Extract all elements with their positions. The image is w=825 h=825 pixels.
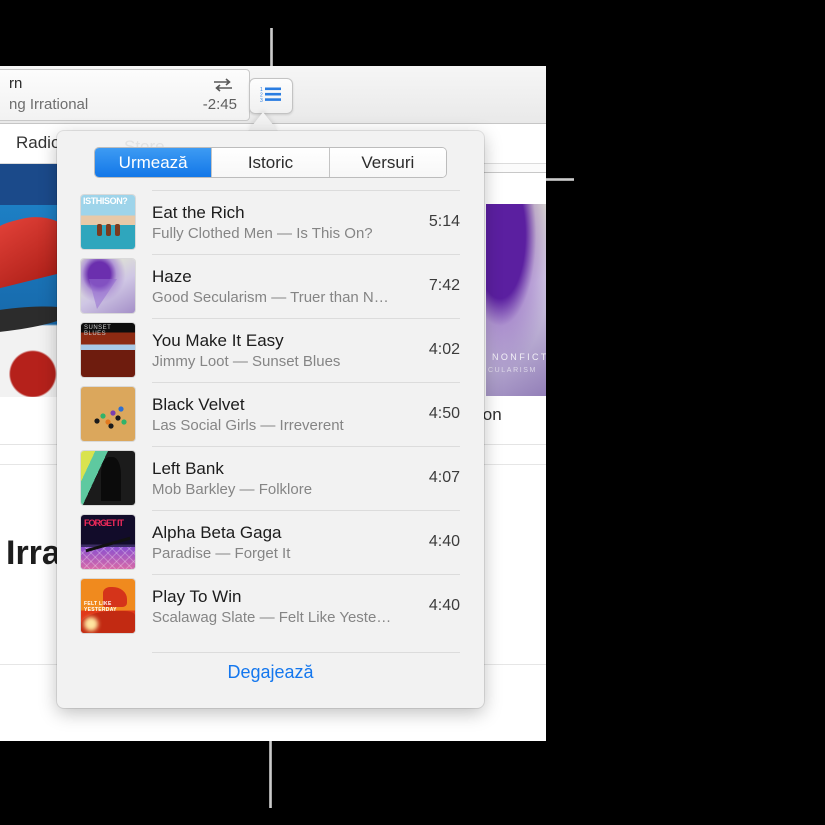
track-row[interactable]: SUNSET BLUES You Make It Easy Jimmy Loot… <box>57 318 484 382</box>
nav-tab-radio[interactable]: Radio <box>16 133 60 153</box>
screenshot-root: rn ng Irrational -2:45 ▼ Căutare <box>0 0 825 825</box>
track-subtitle: Good Secularism — Truer than N… <box>152 289 419 306</box>
track-title: Haze <box>152 267 419 287</box>
album-thumbnail-caption: SUNSET BLUES <box>84 325 135 337</box>
track-separator <box>152 382 460 383</box>
now-playing-remaining-time: -2:45 <box>203 96 237 113</box>
artwork-right-caption: NONFICT <box>492 352 546 362</box>
track-separator <box>152 190 460 191</box>
track-subtitle: Fully Clothed Men — Is This On? <box>152 225 419 242</box>
track-duration: 4:50 <box>429 405 460 423</box>
numbered-list-icon: 1 2 3 <box>260 86 282 107</box>
album-thumbnail <box>81 387 135 441</box>
track-title: Alpha Beta Gaga <box>152 523 419 543</box>
track-meta: Play To Win Scalawag Slate — Felt Like Y… <box>152 587 419 626</box>
track-duration: 4:40 <box>429 533 460 551</box>
now-playing-subtitle: ng Irrational <box>9 96 88 113</box>
repeat-icon[interactable] <box>211 76 235 94</box>
popover-tab-group: Urmează Istoric Versuri <box>94 147 447 178</box>
album-thumbnail-caption: FORGET IT <box>84 518 123 528</box>
track-row[interactable]: FORGET IT Alpha Beta Gaga Paradise — For… <box>57 510 484 574</box>
track-separator <box>152 446 460 447</box>
queue-up-next-button[interactable]: 1 2 3 <box>249 78 293 114</box>
album-thumbnail <box>81 259 135 313</box>
track-title: Play To Win <box>152 587 419 607</box>
track-row[interactable]: Haze Good Secularism — Truer than N… 7:4… <box>57 254 484 318</box>
track-title: Black Velvet <box>152 395 419 415</box>
album-thumbnail <box>81 451 135 505</box>
album-thumbnail-caption: FELT LIKE YESTERDAY <box>84 601 135 613</box>
queue-track-list[interactable]: ISTHISON? Eat the Rich Fully Clothed Men… <box>57 190 484 652</box>
artwork-right-caption-secondary: CULARISM <box>488 367 537 374</box>
track-meta: You Make It Easy Jimmy Loot — Sunset Blu… <box>152 331 419 370</box>
track-title: Left Bank <box>152 459 419 479</box>
album-thumbnail: SUNSET BLUES <box>81 323 135 377</box>
track-meta: Left Bank Mob Barkley — Folklore <box>152 459 419 498</box>
artwork-beam-shape <box>89 279 117 309</box>
popover-arrow <box>248 112 278 131</box>
track-meta: Eat the Rich Fully Clothed Men — Is This… <box>152 203 419 242</box>
track-subtitle: Paradise — Forget It <box>152 545 419 562</box>
now-playing-title: rn <box>9 75 22 92</box>
track-duration: 4:07 <box>429 469 460 487</box>
now-playing-display[interactable]: rn ng Irrational -2:45 <box>0 69 250 121</box>
track-meta: Black Velvet Las Social Girls — Irrevere… <box>152 395 419 434</box>
track-meta: Alpha Beta Gaga Paradise — Forget It <box>152 523 419 562</box>
artwork-dots-shape <box>91 401 129 431</box>
track-row[interactable]: FELT LIKE YESTERDAY Play To Win Scalawag… <box>57 574 484 638</box>
album-thumbnail: FORGET IT <box>81 515 135 569</box>
artwork-figure-shape <box>101 457 121 501</box>
track-subtitle: Scalawag Slate — Felt Like Yeste… <box>152 609 419 626</box>
track-separator <box>152 510 460 511</box>
svg-text:3: 3 <box>260 98 263 102</box>
track-subtitle: Las Social Girls — Irreverent <box>152 417 419 434</box>
track-duration: 5:14 <box>429 213 460 231</box>
track-row[interactable]: ISTHISON? Eat the Rich Fully Clothed Men… <box>57 190 484 254</box>
track-meta: Haze Good Secularism — Truer than N… <box>152 267 419 306</box>
track-separator <box>152 574 460 575</box>
page-title: Irra <box>6 534 61 573</box>
tab-versuri[interactable]: Versuri <box>330 148 446 177</box>
up-next-popover: Store Urmează Istoric Versuri ISTHISON? … <box>57 131 484 708</box>
tab-urmeaza[interactable]: Urmează <box>95 148 212 177</box>
track-title: You Make It Easy <box>152 331 419 351</box>
track-duration: 4:02 <box>429 341 460 359</box>
track-row[interactable]: Left Bank Mob Barkley — Folklore 4:07 <box>57 446 484 510</box>
clear-queue-link[interactable]: Degajează <box>57 662 484 683</box>
track-title: Eat the Rich <box>152 203 419 223</box>
track-subtitle: Mob Barkley — Folklore <box>152 481 419 498</box>
artwork-sun-shape <box>84 617 98 631</box>
track-duration: 7:42 <box>429 277 460 295</box>
track-separator <box>152 254 460 255</box>
track-row[interactable]: Black Velvet Las Social Girls — Irrevere… <box>57 382 484 446</box>
track-separator <box>152 318 460 319</box>
track-duration: 4:40 <box>429 597 460 615</box>
tab-istoric[interactable]: Istoric <box>212 148 329 177</box>
album-thumbnail-caption: ISTHISON? <box>83 196 127 206</box>
album-artwork-right[interactable]: NONFICT CULARISM <box>486 204 546 396</box>
album-thumbnail: ISTHISON? <box>81 195 135 249</box>
track-subtitle: Jimmy Loot — Sunset Blues <box>152 353 419 370</box>
album-thumbnail: FELT LIKE YESTERDAY <box>81 579 135 633</box>
track-list-bottom-separator <box>152 652 460 653</box>
